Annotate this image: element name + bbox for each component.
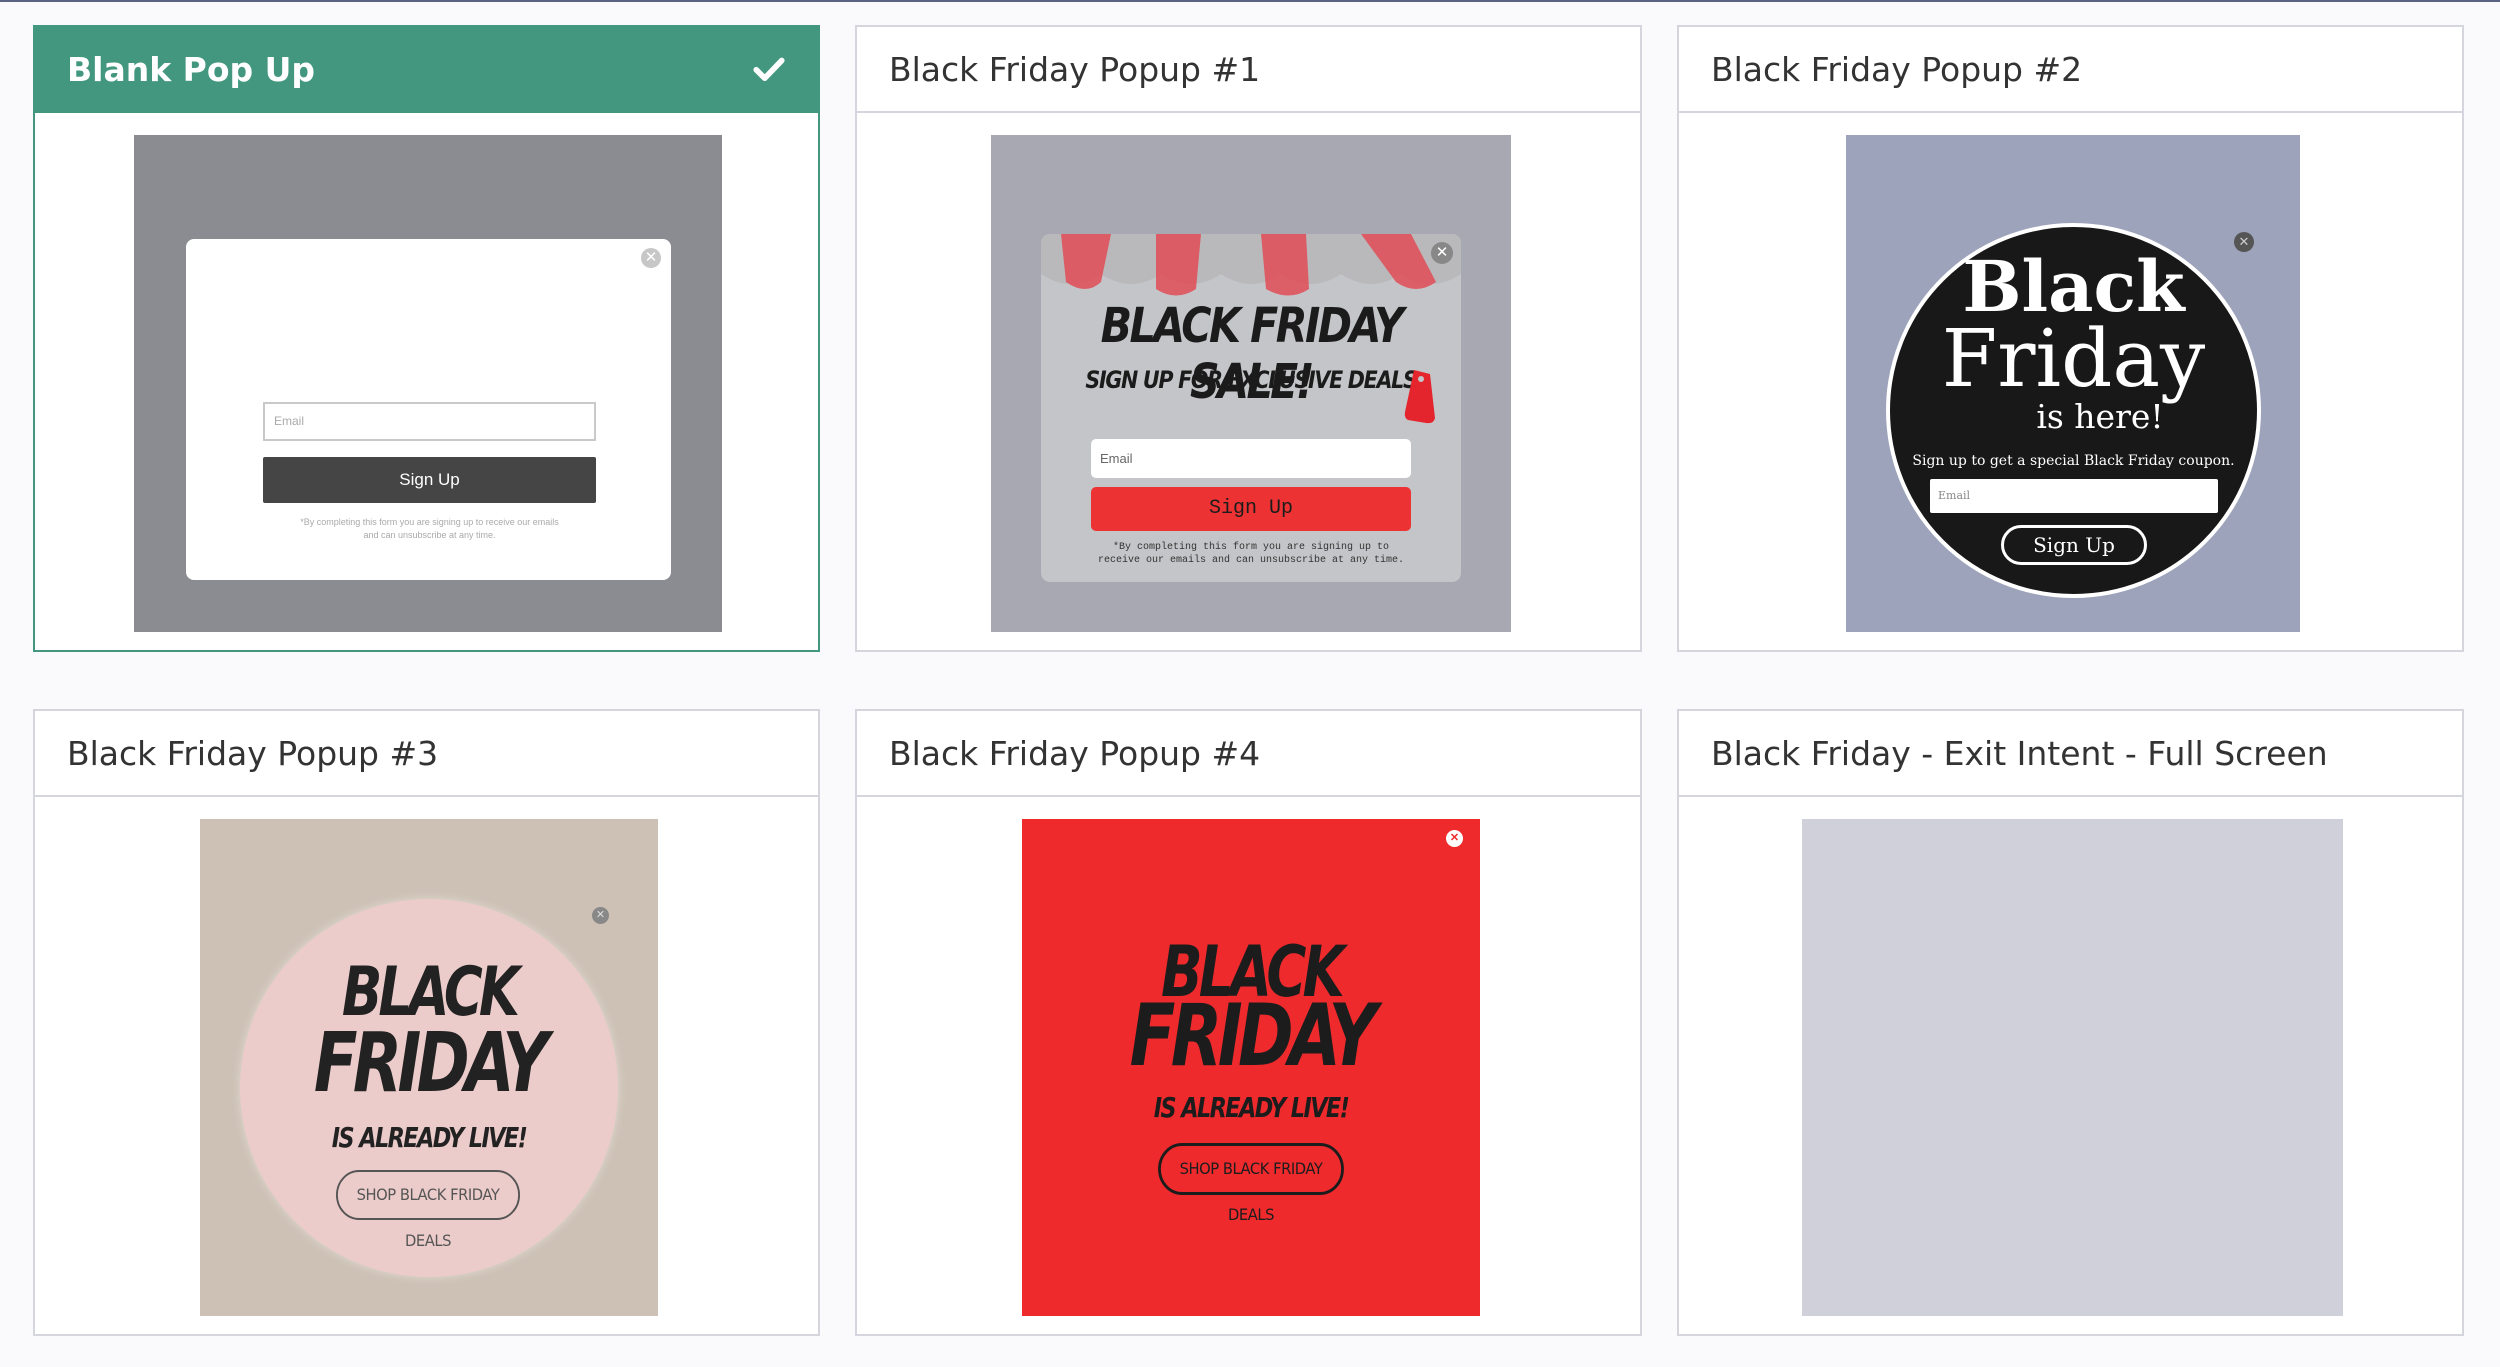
popup-subhead: IS ALREADY LIVE!: [331, 1121, 528, 1154]
card-header[interactable]: Black Friday Popup #1: [857, 27, 1640, 113]
template-card-black-friday-popup-3[interactable]: Black Friday Popup #3 ✕ BLACK FRIDAY IS …: [33, 709, 820, 1336]
legal-text: *By completing this form you are signing…: [1071, 541, 1431, 567]
card-title: Black Friday Popup #1: [889, 49, 1261, 89]
email-field: Email: [263, 402, 596, 441]
template-card-black-friday-popup-4[interactable]: Black Friday Popup #4 ✕ BLACK FRIDAY IS …: [855, 709, 1642, 1336]
template-preview: [1802, 819, 2343, 1316]
card-title: Blank Pop Up: [67, 49, 316, 89]
card-title: Black Friday Popup #3: [67, 733, 439, 773]
popup-headline: FRIDAY: [1129, 986, 1378, 1086]
awning-graphic: [1041, 234, 1461, 296]
sign-up-button: Sign Up: [1091, 487, 1411, 531]
card-header[interactable]: Black Friday Popup #4: [857, 711, 1640, 797]
popup-modal: ✕ BLACK FRIDAY SALE! SIGN UP FOR EXCLUSI…: [1041, 234, 1461, 582]
legal-line: receive our emails and can unsubscribe a…: [1097, 555, 1405, 566]
price-tag-icon: [1404, 370, 1435, 424]
popup-subhead: SIGN UP FOR EXCLUSIVE DEALS: [1085, 366, 1417, 394]
popup-headline: Friday: [1941, 312, 2206, 405]
close-icon: ✕: [1446, 830, 1463, 847]
card-header[interactable]: Black Friday - Exit Intent - Full Screen: [1679, 711, 2462, 797]
sign-up-button: Sign Up: [263, 457, 596, 503]
shop-deals-button: SHOP BLACK FRIDAY DEALS: [1158, 1143, 1344, 1224]
popup-subhead: IS ALREADY LIVE!: [1153, 1091, 1350, 1124]
close-icon: ✕: [2234, 232, 2254, 252]
email-field: Email: [1091, 439, 1411, 478]
popup-circle: BLACK FRIDAY IS ALREADY LIVE! SHOP BLACK…: [240, 899, 618, 1277]
popup-circle: Black Friday is here! Sign up to get a s…: [1886, 223, 2261, 598]
card-title: Black Friday - Exit Intent - Full Screen: [1711, 733, 2328, 773]
shop-deals-button: SHOP BLACK FRIDAY DEALS: [336, 1170, 520, 1250]
legal-line: and can unsubscribe at any time.: [363, 530, 496, 540]
card-header[interactable]: Black Friday Popup #2: [1679, 27, 2462, 113]
legal-text: *By completing this form you are signing…: [253, 516, 606, 542]
template-preview: ✕ BLACK FRIDAY IS ALREADY LIVE! SHOP BLA…: [200, 819, 658, 1316]
legal-line: *By completing this form you are signing…: [1112, 542, 1390, 553]
template-card-blank-pop-up[interactable]: Blank Pop Up ✕ Email Sign Up *By complet…: [33, 25, 820, 652]
template-preview: ✕ BLACK FRIDAY IS ALREADY LIVE! SHOP BLA…: [1022, 819, 1480, 1316]
close-icon: ✕: [1431, 242, 1453, 264]
card-header[interactable]: Blank Pop Up: [35, 27, 818, 113]
top-border: [0, 0, 2500, 2]
close-icon: ✕: [641, 248, 661, 268]
card-header[interactable]: Black Friday Popup #3: [35, 711, 818, 797]
template-card-black-friday-popup-2[interactable]: Black Friday Popup #2 ✕ Black Friday is …: [1677, 25, 2464, 652]
close-icon: ✕: [592, 907, 609, 924]
template-preview: ✕ BLACK FRIDAY SALE! SIGN UP FOR EXCLUSI…: [991, 135, 1511, 632]
legal-line: *By completing this form you are signing…: [300, 517, 559, 527]
popup-headline: FRIDAY: [313, 1016, 549, 1111]
checkmark-icon: [753, 57, 785, 82]
template-card-exit-intent-full-screen[interactable]: Black Friday - Exit Intent - Full Screen: [1677, 709, 2464, 1336]
popup-subhead: is here!: [2036, 397, 2164, 436]
card-title: Black Friday Popup #2: [1711, 49, 2083, 89]
sign-up-button: Sign Up: [2001, 525, 2147, 565]
popup-description: Sign up to get a special Black Friday co…: [1912, 453, 2235, 469]
template-card-black-friday-popup-1[interactable]: Black Friday Popup #1 ✕ BLACK FRIDAY SAL…: [855, 25, 1642, 652]
template-preview: ✕ Email Sign Up *By completing this form…: [134, 135, 722, 632]
card-title: Black Friday Popup #4: [889, 733, 1261, 773]
popup-modal: ✕ Email Sign Up *By completing this form…: [186, 239, 671, 580]
email-field: Email: [1930, 479, 2218, 513]
template-preview: ✕ Black Friday is here! Sign up to get a…: [1846, 135, 2300, 632]
